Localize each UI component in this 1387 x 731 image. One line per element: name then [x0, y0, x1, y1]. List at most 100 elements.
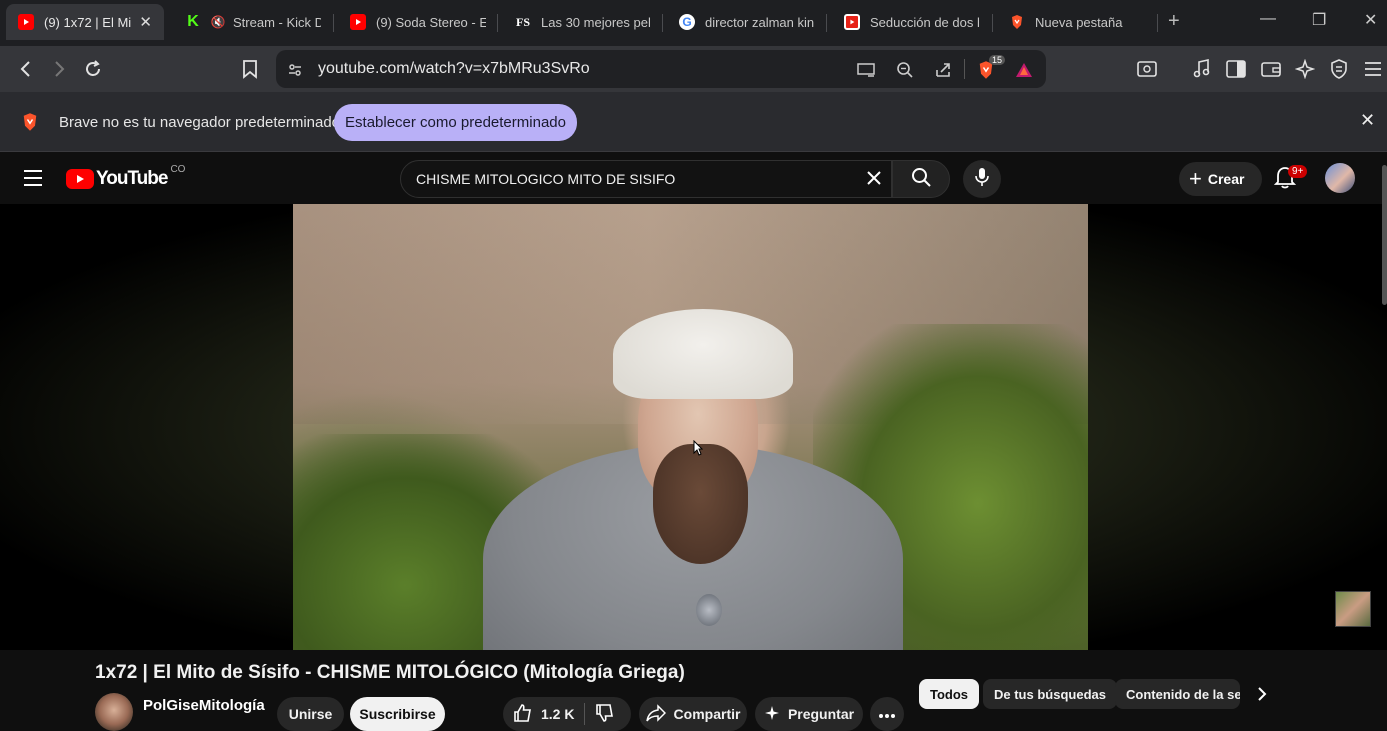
tab-google-zalman[interactable]: G director zalman kin — [667, 4, 827, 40]
like-dislike-group: 1.2 K — [503, 697, 631, 731]
tab-label: (9) Soda Stereo - Er — [376, 14, 486, 30]
tab-label: (9) 1x72 | El Mi — [44, 14, 132, 30]
more-actions-button[interactable] — [870, 697, 904, 731]
media-music-icon[interactable] — [1189, 56, 1215, 82]
tab-nueva-pestana[interactable]: Nueva pestaña — [997, 4, 1157, 40]
tab-soda-stereo[interactable]: (9) Soda Stereo - Er — [338, 4, 498, 40]
tab-youtube-sisifo[interactable]: (9) 1x72 | El Mi ✕ — [6, 4, 164, 40]
mouse-cursor-icon — [693, 439, 704, 461]
kick-icon: K — [187, 13, 199, 30]
minimize-icon[interactable]: — — [1260, 10, 1276, 28]
sidebar-toggle-icon[interactable] — [1223, 56, 1249, 82]
tab-divider — [497, 14, 498, 32]
like-icon[interactable] — [513, 703, 533, 726]
tab-divider — [1157, 14, 1158, 32]
notification-count-badge: 9+ — [1288, 165, 1308, 178]
wallet-icon[interactable] — [1258, 56, 1284, 82]
google-icon: G — [679, 14, 695, 30]
search-button[interactable] — [892, 160, 950, 198]
search-query-text[interactable]: CHISME MITOLOGICO MITO DE SISIFO — [416, 171, 675, 187]
tab-seduccion[interactable]: Seducción de dos l — [832, 4, 992, 40]
tab-divider — [992, 14, 993, 32]
join-button[interactable]: Unirse — [277, 697, 344, 731]
chip-todos[interactable]: Todos — [919, 679, 980, 709]
chip-de-tus-busquedas[interactable]: De tus búsquedas — [983, 679, 1117, 709]
like-divider — [584, 703, 586, 725]
close-infobar-icon[interactable]: ✕ — [1360, 110, 1375, 131]
video-frame[interactable] — [293, 204, 1088, 650]
forward-icon[interactable] — [46, 56, 72, 82]
tab-strip: (9) 1x72 | El Mi ✕ K 🔇 Stream - Kick D (… — [0, 0, 1387, 46]
brave-icon — [20, 111, 40, 138]
brave-rewards-icon[interactable] — [1013, 59, 1035, 81]
muted-speaker-icon[interactable]: 🔇 — [211, 14, 226, 30]
subscribe-button[interactable]: Suscribirse — [350, 697, 445, 731]
person-beard — [653, 444, 748, 564]
bookmark-icon[interactable] — [237, 56, 263, 82]
leo-ai-icon[interactable] — [1292, 56, 1318, 82]
clear-search-icon[interactable] — [866, 170, 882, 191]
country-code: CO — [170, 163, 186, 175]
new-tab-button[interactable]: + — [1168, 10, 1180, 33]
close-tab-icon[interactable]: ✕ — [139, 13, 152, 31]
create-label: Crear — [1207, 171, 1245, 187]
cast-icon[interactable] — [855, 59, 877, 81]
account-avatar[interactable] — [1325, 163, 1355, 193]
tab-label: Las 30 mejores peli — [541, 14, 651, 30]
address-bar[interactable]: youtube.com/watch?v=x7bMRu3SvRo 15 — [276, 50, 1046, 88]
share-button[interactable]: Compartir — [639, 697, 747, 731]
zoom-icon[interactable] — [894, 59, 916, 81]
channel-watermark[interactable] — [1335, 591, 1371, 627]
restore-icon[interactable]: ❐ — [1312, 10, 1326, 30]
video-title: 1x72 | El Mito de Sísifo - CHISME MITOLÓ… — [95, 662, 685, 683]
share-arrow-icon — [645, 703, 666, 725]
tab-kick-stream[interactable]: K 🔇 Stream - Kick D — [173, 4, 333, 40]
lapel-microphone — [696, 594, 722, 626]
infobar-message: Brave no es tu navegador predeterminado — [59, 114, 341, 131]
set-default-button[interactable]: Establecer como predeterminado — [334, 104, 577, 141]
dislike-icon[interactable] — [595, 703, 615, 726]
chevron-right-icon[interactable] — [1256, 686, 1268, 707]
menu-icon[interactable] — [1360, 56, 1386, 82]
person-hat — [613, 309, 793, 399]
ask-button[interactable]: Preguntar — [755, 697, 863, 731]
tab-label: Nueva pestaña — [1035, 14, 1123, 30]
default-browser-infobar: Brave no es tu navegador predeterminado … — [0, 92, 1387, 152]
browser-toolbar: youtube.com/watch?v=x7bMRu3SvRo 15 — [0, 46, 1387, 126]
back-icon[interactable] — [13, 56, 39, 82]
vpn-icon[interactable] — [1326, 56, 1352, 82]
site-settings-icon[interactable] — [284, 59, 306, 81]
close-window-icon[interactable]: ✕ — [1364, 10, 1377, 30]
video-player[interactable] — [0, 204, 1387, 650]
tab-divider — [333, 14, 334, 32]
channel-avatar[interactable] — [95, 693, 133, 731]
reload-icon[interactable] — [80, 56, 106, 82]
sparkle-icon — [764, 705, 780, 724]
youtube-icon — [18, 14, 34, 30]
tab-label: Stream - Kick D — [233, 14, 321, 30]
plus-icon: + — [1189, 166, 1202, 191]
reader-mode-icon[interactable] — [1134, 56, 1160, 82]
voice-search-button[interactable] — [963, 160, 1001, 198]
share-icon[interactable] — [932, 59, 954, 81]
channel-name[interactable]: PolGiseMitología — [143, 697, 265, 714]
omnibox-divider — [964, 59, 965, 79]
youtube-icon — [350, 14, 366, 30]
tab-divider — [662, 14, 663, 32]
tab-divider — [826, 14, 827, 32]
play-icon — [844, 14, 860, 30]
url-text[interactable]: youtube.com/watch?v=x7bMRu3SvRo — [318, 60, 590, 78]
tab-peliculas[interactable]: FS Las 30 mejores peli — [503, 4, 663, 40]
chip-contenido-de-la-serie[interactable]: Contenido de la ser — [1115, 679, 1240, 709]
search-input[interactable]: CHISME MITOLOGICO MITO DE SISIFO — [400, 160, 892, 198]
guide-menu-icon[interactable] — [23, 169, 43, 192]
search-icon — [911, 167, 931, 192]
create-button[interactable]: + Crear — [1179, 162, 1262, 196]
youtube-header: YouTube CO CHISME MITOLOGICO MITO DE SIS… — [0, 153, 1387, 204]
microphone-icon — [974, 167, 990, 192]
fs-icon: FS — [515, 14, 530, 29]
page-scrollbar[interactable] — [1382, 165, 1387, 305]
youtube-logo[interactable]: YouTube CO — [66, 164, 185, 190]
tab-label: director zalman kin — [705, 14, 815, 30]
shields-count-badge: 15 — [989, 55, 1006, 65]
